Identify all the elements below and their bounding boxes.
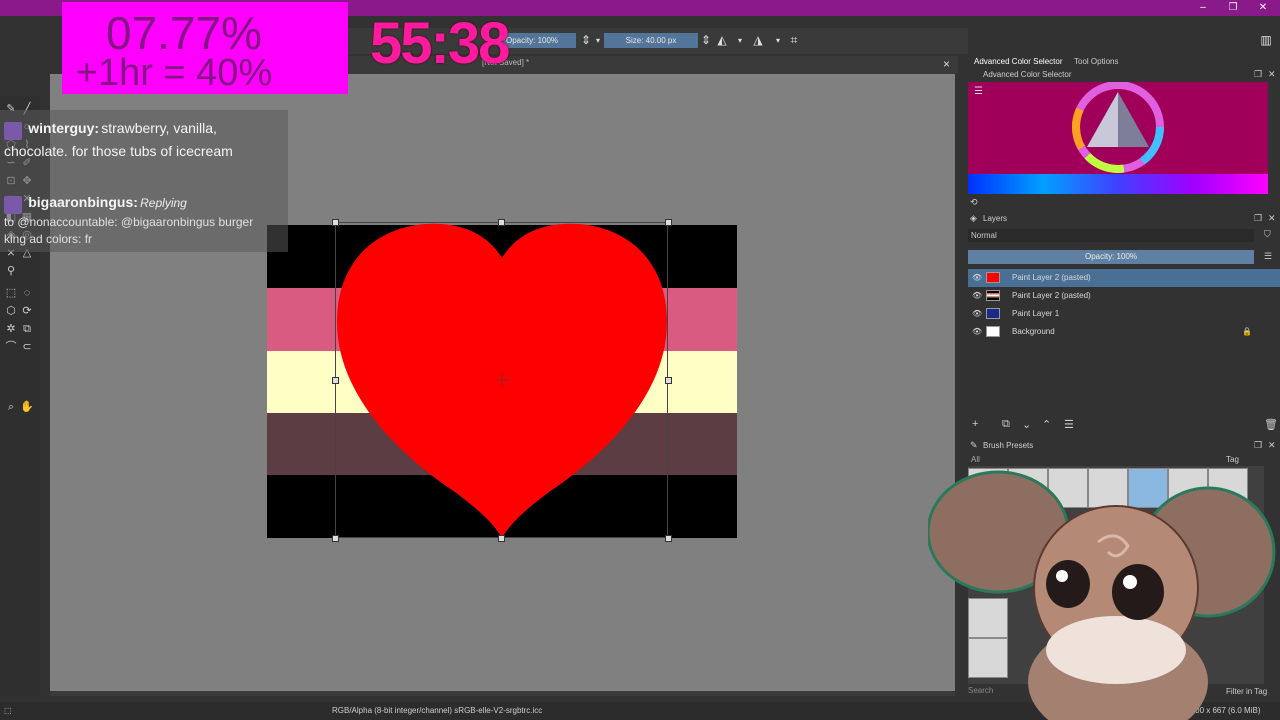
transform-handle[interactable] — [498, 535, 505, 542]
float-panel-icon[interactable]: ❐ — [1254, 440, 1262, 451]
layer-name: Background — [1012, 327, 1055, 336]
layer-thumbnail — [986, 308, 1000, 319]
float-panel-icon[interactable]: ❐ — [1254, 69, 1262, 80]
dropdown-arrow-icon[interactable]: ▾ — [770, 33, 786, 48]
chat-reply-line: king ad colors: fr — [4, 231, 284, 248]
chat-message: winterguy: strawberry, vanilla, chocolat… — [4, 118, 284, 164]
crop-icon[interactable]: ⌗ — [786, 33, 802, 48]
eye-icon[interactable]: 👁 — [972, 305, 982, 323]
move-up-icon[interactable]: ⌃ — [1042, 418, 1051, 431]
chat-username: bigaaronbingus: — [28, 194, 138, 210]
opacity-slider[interactable]: Opacity: 100% — [500, 33, 576, 48]
layer-name: Paint Layer 2 (pasted) — [1012, 273, 1091, 282]
layer-opacity-slider[interactable]: Opacity: 100% — [968, 250, 1254, 264]
layer-name: Paint Layer 1 — [1012, 309, 1060, 318]
mirror-icon[interactable]: ◭ — [714, 33, 730, 48]
close-panel-icon[interactable]: ✕ — [1268, 69, 1276, 80]
transform-handle[interactable] — [332, 377, 339, 384]
minimize-icon[interactable]: – — [1188, 0, 1218, 16]
duplicate-layer-icon[interactable]: ⧉ — [1002, 418, 1010, 431]
blend-mode-select[interactable]: Normal — [968, 229, 1254, 242]
moth-mascot-image — [928, 470, 1276, 720]
magic-wand-icon[interactable]: ✲ — [4, 322, 18, 336]
color-wheel[interactable] — [968, 82, 1268, 174]
add-layer-icon[interactable]: + — [972, 418, 978, 430]
brush-presets-title: Brush Presets — [983, 441, 1034, 450]
freehand-select-icon[interactable]: ⟳ — [20, 304, 34, 318]
sub-badge-icon — [4, 121, 22, 140]
layers-panel-title: Layers — [983, 214, 1008, 223]
refresh-icon[interactable]: ⟲ — [970, 197, 978, 208]
dropdown-arrow-icon[interactable]: ▾ — [732, 33, 748, 48]
size-spin-icon[interactable]: ⇕ — [698, 33, 714, 48]
flip-icon[interactable]: ◮ — [750, 33, 766, 48]
lock-icon[interactable]: 🔒 — [1242, 323, 1252, 341]
layers-footer: + ⧉ ⌄ ⌃ ☰ 🗑 — [968, 418, 1280, 434]
stream-timer: 55:38 — [370, 11, 510, 76]
layer-item[interactable]: 👁 Background 🔒 — [968, 323, 1280, 341]
color-selector-area[interactable]: ☰ — [968, 82, 1268, 174]
eye-icon[interactable]: 👁 — [972, 269, 982, 287]
transform-handle[interactable] — [665, 219, 672, 226]
sub-badge-icon — [4, 195, 22, 214]
eye-icon[interactable]: 👁 — [972, 323, 982, 341]
status-icon: ⬚ — [4, 706, 12, 715]
chat-username: winterguy: — [28, 120, 100, 136]
color-settings-icon[interactable]: ☰ — [974, 86, 983, 97]
layer-thumbnail — [986, 326, 1000, 337]
tab-tool-options[interactable]: Tool Options — [1074, 57, 1118, 66]
transform-handle[interactable] — [665, 535, 672, 542]
close-panel-icon[interactable]: ✕ — [1268, 213, 1276, 224]
color-panel-title: Advanced Color Selector — [983, 70, 1072, 79]
close-panel-icon[interactable]: ✕ — [1268, 440, 1276, 451]
layer-item[interactable]: 👁 Paint Layer 2 (pasted) — [968, 269, 1280, 287]
filter-icon[interactable]: ⛉ — [1264, 229, 1271, 240]
float-panel-icon[interactable]: ❐ — [1254, 213, 1262, 224]
hue-slider[interactable] — [968, 174, 1268, 194]
brush-icon: ✎ — [970, 440, 978, 450]
similar-select-icon[interactable]: ⧉ — [20, 322, 34, 336]
pan-hand-icon[interactable]: ✋ — [20, 400, 34, 414]
chat-reply-line2: king ad colors: — [4, 231, 82, 246]
close-document-icon[interactable]: × — [943, 57, 950, 71]
transform-handle[interactable] — [332, 535, 339, 542]
size-slider[interactable]: Size: 40.00 px — [604, 33, 698, 48]
color-profile-status: RGB/Alpha (8-bit integer/channel) sRGB-e… — [332, 706, 543, 715]
layer-name: Paint Layer 2 (pasted) — [1012, 291, 1091, 300]
chat-reply-prefix: Replying — [140, 196, 187, 210]
layer-item[interactable]: 👁 Paint Layer 1 — [968, 305, 1280, 323]
layer-thumbnail — [986, 290, 1000, 301]
layers-icon: ◈ — [970, 213, 977, 223]
transform-handle[interactable] — [332, 219, 339, 226]
close-icon[interactable]: ✕ — [1248, 0, 1278, 16]
restore-icon[interactable]: ❐ — [1218, 0, 1248, 16]
layer-thumbnail — [986, 272, 1000, 283]
rect-select-icon[interactable]: ⬚ — [4, 286, 18, 300]
panels-icon[interactable]: ▥ — [1258, 33, 1274, 48]
tab-advanced-color-selector[interactable]: Advanced Color Selector — [974, 57, 1063, 66]
chat-text: fr — [84, 231, 93, 246]
transform-bounding-box[interactable] — [335, 222, 668, 538]
transform-handle[interactable] — [665, 377, 672, 384]
transform-handle[interactable] — [498, 219, 505, 226]
reference-tool-icon[interactable]: ⚲ — [4, 264, 18, 278]
zoom-icon[interactable]: ⌕ — [4, 400, 18, 414]
magnetic-select-icon[interactable]: ⊂ — [20, 340, 34, 354]
chat-message: bigaaronbingus: Replying to @nonaccounta… — [4, 194, 284, 248]
delete-layer-icon[interactable]: 🗑 — [1264, 418, 1278, 431]
layer-menu-icon[interactable]: ☰ — [1264, 251, 1272, 262]
horizontal-scrollbar[interactable] — [50, 691, 955, 696]
progress-goal: +1hr = 40% — [75, 52, 273, 94]
bezier-select-icon[interactable]: ⌒ — [4, 340, 18, 354]
chat-reply-line: to @nonaccountable: @bigaaronbingus burg… — [4, 214, 254, 229]
ellipse-select-icon[interactable]: ◌ — [20, 286, 34, 300]
layer-item[interactable]: 👁 Paint Layer 2 (pasted) — [968, 287, 1280, 305]
eye-icon[interactable]: 👁 — [972, 287, 982, 305]
polygon-select-icon[interactable]: ⬡ — [4, 304, 18, 318]
layer-properties-icon[interactable]: ☰ — [1064, 418, 1074, 431]
move-down-icon[interactable]: ⌄ — [1022, 418, 1031, 431]
